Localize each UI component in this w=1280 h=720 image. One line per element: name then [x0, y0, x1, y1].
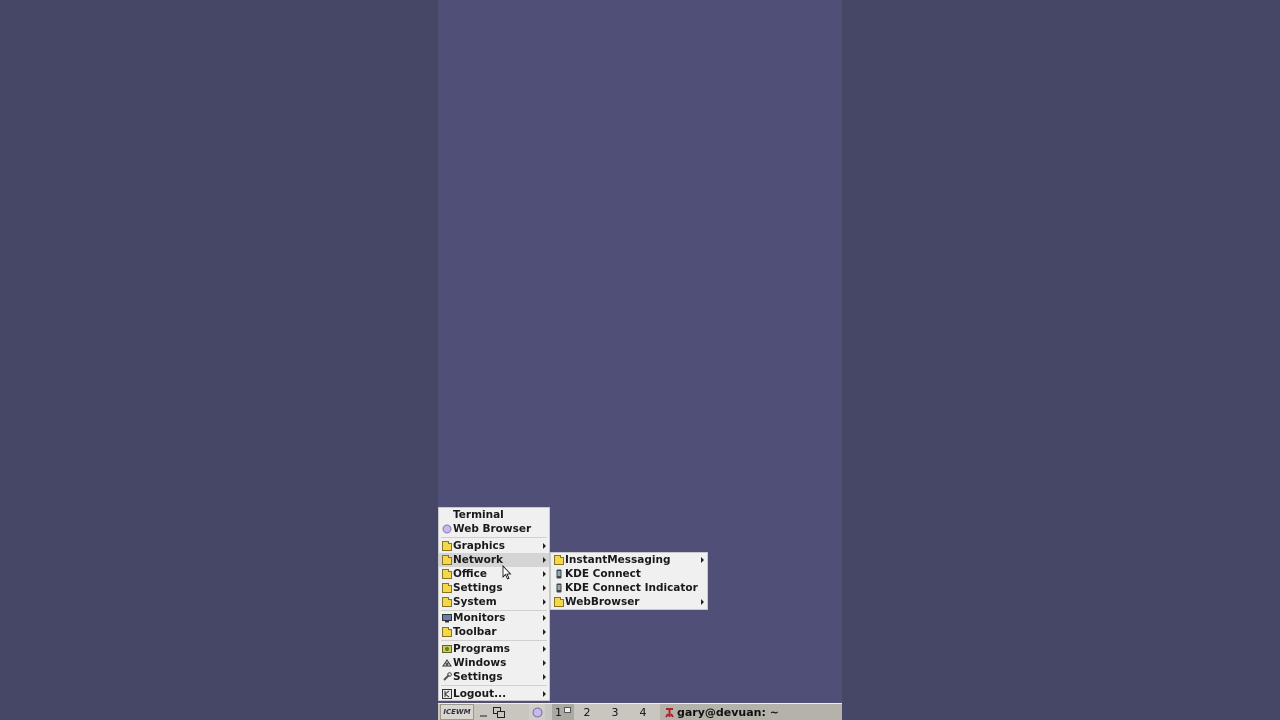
menu-item-label: Monitors — [453, 612, 506, 624]
submenu-arrow-icon — [543, 691, 546, 697]
menu-item-office[interactable]: Office — [439, 567, 549, 581]
menu-item-label: Terminal — [453, 509, 504, 521]
window-preview-icon — [564, 707, 571, 713]
start-button-label: ICEWM — [443, 708, 471, 716]
menu-item-graphics[interactable]: Graphics — [439, 539, 549, 553]
monitor-icon — [441, 613, 452, 623]
menu-separator — [441, 537, 547, 538]
folder-icon — [441, 568, 452, 579]
folder-icon — [553, 554, 564, 565]
submenu-arrow-icon — [543, 615, 546, 621]
menu-item-settings-2[interactable]: Settings — [439, 670, 549, 684]
submenu-item-kde-connect[interactable]: KDE Connect — [551, 567, 707, 581]
submenu-arrow-icon — [701, 557, 704, 563]
minimize-all-icon — [479, 715, 487, 716]
submenu-item-label: KDE Connect — [565, 568, 641, 580]
submenu-arrow-icon — [543, 674, 546, 680]
windows-icon — [441, 658, 452, 668]
workspace-4[interactable]: 4 — [632, 704, 654, 720]
menu-separator — [441, 640, 547, 641]
wrench-icon — [441, 672, 452, 682]
workspace-label: 3 — [611, 705, 619, 719]
mouse-pointer-icon — [502, 565, 512, 580]
submenu-arrow-icon — [543, 585, 546, 591]
submenu-arrow-icon — [543, 646, 546, 652]
submenu-item-label: WebBrowser — [565, 596, 640, 608]
submenu-arrow-icon — [543, 660, 546, 666]
logout-icon — [441, 689, 452, 699]
submenu-arrow-icon — [543, 571, 546, 577]
submenu-item-webbrowser[interactable]: WebBrowser — [551, 595, 707, 609]
menu-item-label: Graphics — [453, 540, 505, 552]
menu-item-label: Settings — [453, 582, 503, 594]
folder-icon — [441, 582, 452, 593]
menu-item-logout[interactable]: Logout... — [439, 687, 549, 701]
programs-icon — [441, 644, 452, 654]
task-title: gary@devuan: ~ — [677, 705, 779, 719]
menu-item-programs[interactable]: Programs — [439, 642, 549, 656]
window-list-icon — [493, 706, 505, 718]
menu-item-label: Programs — [453, 643, 511, 655]
submenu-arrow-icon — [543, 629, 546, 635]
submenu-item-kde-connect-indicator[interactable]: KDE Connect Indicator — [551, 581, 707, 595]
menu-item-network[interactable]: Network — [439, 553, 549, 567]
terminal-icon — [665, 707, 674, 718]
network-submenu: InstantMessaging KDE Connect KDE Connect… — [550, 552, 708, 610]
menu-item-label: Office — [453, 568, 487, 580]
taskbar: ICEWM 1 2 3 4 gary@devuan: ~ — [438, 703, 842, 720]
workspace-label: 1 — [555, 705, 562, 719]
menu-item-label: System — [453, 596, 497, 608]
globe-icon — [532, 707, 542, 717]
menu-item-web-browser[interactable]: Web Browser — [439, 522, 549, 536]
folder-icon — [441, 540, 452, 551]
submenu-item-label: InstantMessaging — [565, 554, 671, 566]
workspace-1[interactable]: 1 — [552, 704, 574, 720]
submenu-arrow-icon — [543, 557, 546, 563]
folder-icon — [441, 554, 452, 565]
menu-item-label: Network — [453, 554, 504, 566]
browser-launcher[interactable] — [529, 704, 545, 720]
workspace-3[interactable]: 3 — [604, 704, 626, 720]
submenu-arrow-icon — [543, 543, 546, 549]
menu-item-label: Toolbar — [453, 626, 497, 638]
window-list-button[interactable] — [491, 704, 507, 720]
submenu-arrow-icon — [543, 599, 546, 605]
task-button-terminal[interactable]: gary@devuan: ~ — [660, 704, 842, 720]
workspace-label: 2 — [583, 705, 591, 719]
menu-item-system[interactable]: System — [439, 595, 549, 609]
folder-icon — [441, 626, 452, 637]
menu-item-label: Windows — [453, 657, 507, 669]
folder-icon — [441, 596, 452, 607]
submenu-item-instantmessaging[interactable]: InstantMessaging — [551, 553, 707, 567]
start-button[interactable]: ICEWM — [440, 704, 474, 720]
submenu-arrow-icon — [701, 599, 704, 605]
taskbar-blank-button[interactable] — [508, 704, 528, 720]
workspace-2[interactable]: 2 — [576, 704, 598, 720]
phone-icon — [553, 569, 564, 579]
start-menu: Terminal Web Browser Graphics Network Of… — [438, 507, 550, 701]
phone-icon — [553, 583, 564, 593]
workspace-label: 4 — [639, 705, 647, 719]
menu-separator — [441, 685, 547, 686]
menu-item-label: Settings — [453, 671, 503, 683]
menu-item-settings[interactable]: Settings — [439, 581, 549, 595]
menu-item-monitors[interactable]: Monitors — [439, 611, 549, 625]
folder-icon — [553, 596, 564, 607]
show-desktop-button[interactable] — [476, 704, 490, 720]
menu-item-label: Web Browser — [453, 523, 532, 535]
menu-item-terminal[interactable]: Terminal — [439, 508, 549, 522]
menu-item-windows[interactable]: Windows — [439, 656, 549, 670]
submenu-item-label: KDE Connect Indicator — [565, 582, 698, 594]
menu-item-toolbar[interactable]: Toolbar — [439, 625, 549, 639]
menu-item-label: Logout... — [453, 688, 507, 700]
globe-icon — [441, 524, 452, 534]
